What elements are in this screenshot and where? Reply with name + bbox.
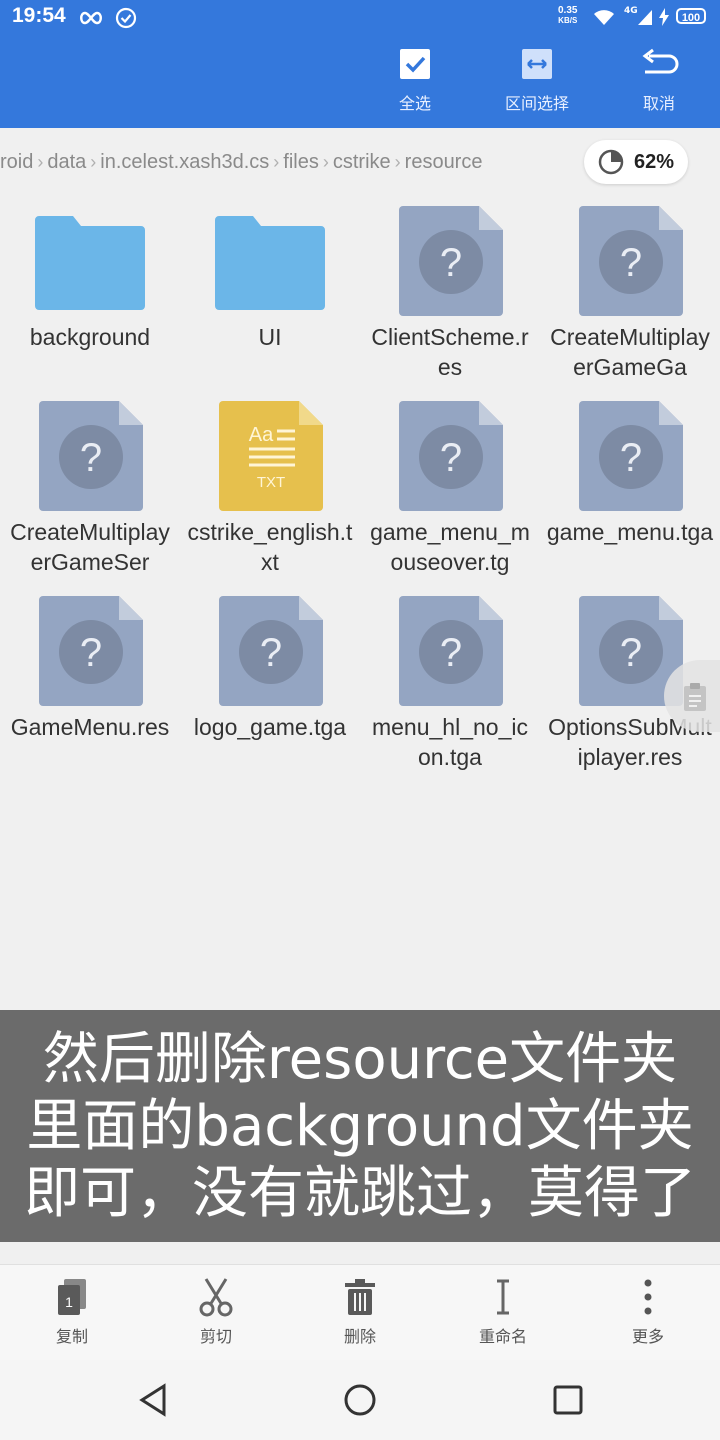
file-name: GameMenu.res [10, 714, 170, 740]
breadcrumb-item[interactable]: cstrike [333, 140, 391, 184]
more-vertical-icon [598, 1275, 698, 1319]
unknown-file-icon: ? [360, 594, 540, 709]
cut-button[interactable]: 剪切 [166, 1275, 266, 1347]
net-speed-value: 0.35 [558, 5, 578, 16]
back-triangle-icon[interactable] [134, 1380, 174, 1420]
svg-text:?: ? [440, 631, 462, 675]
net-speed: 0.35 KB/S [558, 6, 577, 26]
file-name: ClientScheme.res [371, 324, 529, 380]
chevron-right-icon: › [322, 152, 329, 172]
trash-icon [310, 1275, 410, 1319]
copy-label: 复制 [55, 1327, 88, 1346]
svg-text:?: ? [620, 436, 642, 480]
svg-text:?: ? [620, 241, 642, 285]
cancel-label: 取消 [642, 94, 675, 113]
recents-square-icon[interactable] [548, 1380, 588, 1420]
range-select-button[interactable]: 区间选择 [487, 46, 587, 114]
top-action-bar: 19:54 0.35 KB/S 4G 100 全选 区间选择 取消 [0, 0, 720, 128]
breadcrumb-item[interactable]: data [47, 140, 86, 184]
select-all-label: 全选 [398, 94, 431, 113]
unknown-file-icon: ? [180, 594, 360, 709]
select-all-button[interactable]: 全选 [365, 46, 465, 114]
caption-line: 即可，没有就跳过，莫得了 [24, 1161, 696, 1226]
caption-line: 里面的background文件夹 [26, 1094, 694, 1159]
svg-text:?: ? [80, 436, 102, 480]
file-name: menu_hl_no_icon.tga [371, 714, 528, 770]
cut-label: 剪切 [199, 1327, 232, 1346]
check-square-icon [365, 46, 465, 82]
svg-text:TXT: TXT [257, 474, 285, 491]
net-speed-unit: KB/S [558, 16, 578, 25]
svg-text:?: ? [440, 436, 462, 480]
file-name: CreateMultiplayerGameGa [550, 324, 710, 380]
copy-icon: 1 [22, 1275, 122, 1319]
folder-icon [0, 204, 180, 319]
status-bar: 19:54 0.35 KB/S 4G 100 [0, 0, 720, 36]
chevron-right-icon: › [37, 152, 44, 172]
file-name: logo_game.tga [193, 714, 347, 740]
unknown-file-icon: ? [0, 594, 180, 709]
breadcrumb-item[interactable]: roid [0, 140, 33, 184]
chevron-right-icon: › [90, 152, 97, 172]
unknown-file-icon: ? [540, 204, 720, 319]
breadcrumb: roid › data › in.celest.xash3d.cs › files › cstr… [0, 140, 590, 184]
storage-percent: 62% [634, 151, 675, 173]
unknown-file-icon: ? [360, 399, 540, 514]
infinity-icon [78, 10, 104, 30]
storage-usage-button[interactable]: 62% [584, 140, 688, 184]
bottom-toolbar: 1 复制 剪切 删除 重命名 更多 [0, 1264, 720, 1361]
svg-text:?: ? [260, 631, 282, 675]
svg-text:?: ? [620, 631, 642, 675]
rename-button[interactable]: 重命名 [453, 1275, 553, 1347]
file-name: UI [258, 324, 282, 350]
svg-text:Aa: Aa [249, 424, 274, 446]
rename-label: 重命名 [478, 1327, 527, 1346]
home-circle-icon[interactable] [340, 1380, 380, 1420]
caption-line: 然后删除resource文件夹 [42, 1027, 678, 1092]
file-name: game_menu_mouseover.tg [370, 519, 530, 575]
svg-text:?: ? [80, 631, 102, 675]
video-subtitle-caption: 然后删除resource文件夹 里面的background文件夹 即可，没有就跳… [0, 1010, 720, 1242]
delete-button[interactable]: 删除 [310, 1275, 410, 1347]
status-time: 19:54 [12, 4, 66, 27]
more-label: 更多 [631, 1327, 664, 1346]
undo-arrow-icon [609, 46, 709, 82]
charging-bolt-icon [658, 8, 670, 30]
txt-file-icon: Aa TXT [180, 399, 360, 514]
breadcrumb-item[interactable]: files [283, 140, 319, 184]
range-select-icon [487, 46, 587, 82]
unknown-file-icon: ? [360, 204, 540, 319]
svg-text:1: 1 [65, 1294, 73, 1310]
chevron-right-icon: › [273, 152, 280, 172]
file-name: CreateMultiplayerGameSer [10, 519, 170, 575]
check-circle-icon [115, 7, 137, 33]
unknown-file-icon: ? [0, 399, 180, 514]
unknown-file-icon: ? [540, 399, 720, 514]
scissors-icon [166, 1275, 266, 1319]
range-select-label: 区间选择 [504, 94, 569, 113]
folder-icon [180, 204, 360, 319]
chevron-right-icon: › [394, 152, 401, 172]
breadcrumb-item[interactable]: in.celest.xash3d.cs [100, 140, 269, 184]
battery-indicator: 100 [676, 8, 706, 24]
wifi-icon [592, 8, 616, 30]
cancel-button[interactable]: 取消 [609, 46, 709, 114]
svg-text:?: ? [440, 241, 462, 285]
delete-label: 删除 [343, 1327, 376, 1346]
copy-button[interactable]: 1 复制 [22, 1275, 122, 1347]
file-name: cstrike_english.txt [187, 519, 353, 575]
pie-chart-icon [598, 149, 624, 179]
system-nav-bar [0, 1360, 720, 1440]
rename-icon [453, 1275, 553, 1319]
signal-icon [636, 8, 654, 30]
breadcrumb-item[interactable]: resource [405, 140, 483, 184]
file-name: background [29, 324, 151, 350]
file-name: game_menu.tga [546, 519, 714, 545]
more-button[interactable]: 更多 [598, 1275, 698, 1347]
clipboard-icon [682, 682, 708, 716]
